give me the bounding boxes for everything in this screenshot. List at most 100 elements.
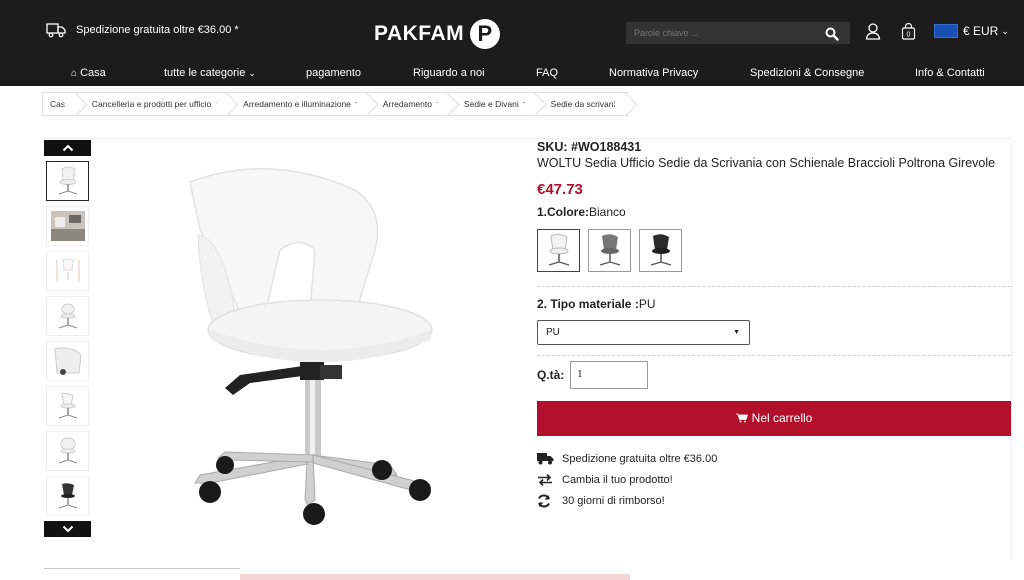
breadcrumb-label: Cancelleria e prodotti per ufficio [91, 99, 212, 109]
breadcrumb-item[interactable]: Arredamento e illuminazione ▼ [229, 92, 369, 116]
material-select-value: PU [546, 326, 560, 338]
quantity-input[interactable] [570, 360, 649, 389]
search-icon[interactable] [825, 27, 839, 41]
caret-down-icon: ▼ [353, 100, 361, 108]
breadcrumb-item[interactable]: Sedie e Divani ▼ [449, 92, 537, 116]
currency-label: € EUR [963, 24, 999, 38]
main-nav: ⌂ Casa tutte le categorie ⌄ pagamento Ri… [0, 60, 1024, 86]
search-input[interactable] [627, 23, 817, 43]
feature-text: Spedizione gratuita oltre €36.00 [562, 452, 718, 465]
shipping-note: Spedizione gratuita oltre €36.00 * [46, 22, 239, 38]
quantity-row: Q.tà: [537, 360, 1011, 389]
chair-thumbnail-image [58, 303, 77, 329]
user-icon[interactable] [865, 22, 881, 40]
color-value: Bianco [589, 204, 626, 219]
divider [537, 285, 1011, 287]
breadcrumb: Casa Cancelleria e prodotti per ufficio ▼… [42, 92, 629, 116]
feature-text: 30 giorni di rimborso! [562, 494, 665, 507]
color-swatches [537, 228, 1011, 272]
chair-thumbnail-image [58, 437, 77, 464]
thumbnail-down-button[interactable] [44, 521, 91, 537]
chair-thumbnail-image [58, 166, 77, 195]
header: Spedizione gratuita oltre €36.00 * PAKFA… [0, 0, 1024, 60]
search-box [626, 22, 850, 44]
eu-flag-icon [934, 24, 958, 38]
thumbnail-chair-side[interactable] [46, 386, 89, 426]
cart-count: 0 [907, 32, 911, 39]
office-chair-image [189, 168, 433, 525]
nav-item-privacy[interactable]: Normativa Privacy [609, 67, 698, 79]
nav-label: tutte le categorie [164, 67, 246, 79]
nav-item-shipping[interactable]: Spedizioni & Consegne [750, 67, 864, 79]
black-chair-swatch-image [650, 234, 671, 266]
thumbnail-chair-white[interactable] [46, 161, 89, 201]
shopping-cart-icon [735, 413, 748, 423]
white-chair-swatch-image [548, 233, 569, 266]
thumbnail-room[interactable] [46, 206, 89, 246]
thumbnail-gallery [44, 140, 92, 537]
nav-item-payment[interactable]: pagamento [306, 67, 361, 79]
nav-item-contact[interactable]: Info & Contatti [915, 67, 985, 79]
swatch-grey[interactable] [588, 228, 631, 272]
breadcrumb-label: Arredamento e illuminazione [243, 99, 351, 109]
home-icon: ⌂ [71, 68, 78, 79]
nav-item-home[interactable]: ⌂ Casa [71, 67, 106, 79]
cart-icon[interactable]: 0 [901, 22, 916, 40]
thumbnail-chair-back[interactable] [46, 431, 89, 471]
breadcrumb-item[interactable]: Casa [42, 92, 78, 116]
thumbnail-chair-black[interactable] [46, 476, 89, 516]
nav-label: Casa [80, 67, 106, 79]
logo[interactable]: PAKFAM P [374, 19, 501, 49]
product-sku: SKU: #WO188431 [537, 140, 642, 154]
caret-down-icon: ▼ [434, 100, 442, 108]
breadcrumb-item[interactable]: Arredamento ▼ [368, 92, 450, 116]
caret-down-icon: ▼ [733, 328, 740, 336]
breadcrumb-label: Casa [50, 99, 70, 109]
swatch-white[interactable] [537, 228, 580, 272]
nav-item-about[interactable]: Riguardo a noi [413, 67, 485, 79]
bag-icon: 0 [901, 22, 916, 40]
quantity-label: Q.tà: [537, 367, 565, 382]
caret-down-icon: ▼ [214, 100, 222, 108]
thumbnail-up-button[interactable] [44, 140, 91, 156]
nav-item-faq[interactable]: FAQ [536, 67, 558, 79]
truck-icon [537, 453, 554, 465]
feature-text: Cambia il tuo prodotto! [562, 473, 673, 486]
logo-circle: P [470, 19, 501, 49]
chair-detail-thumbnail-image [53, 347, 82, 375]
product-title: WOLTU Sedia Ufficio Sedie da Scrivania c… [537, 156, 996, 170]
breadcrumb-label: Arredamento [382, 99, 432, 109]
material-label: 2. Tipo materiale : [537, 296, 639, 311]
refresh-icon [538, 494, 550, 507]
nav-item-categories[interactable]: tutte le categorie ⌄ [164, 67, 256, 79]
chair-thumbnail-image [58, 483, 77, 509]
thumbnail-chair-front[interactable] [46, 296, 89, 336]
room-thumbnail-image [50, 211, 85, 241]
add-to-cart-label: Nel carrello [751, 411, 813, 425]
chevron-up-icon [62, 144, 73, 152]
chevron-down-icon: ⌄ [1001, 25, 1009, 36]
feature-item: 30 giorni di rimborso! [537, 494, 1011, 508]
card-right-border [1011, 140, 1012, 560]
chevron-down-icon [62, 525, 73, 533]
thumbnail-dimensions[interactable] [46, 251, 89, 291]
bottom-strip [240, 574, 630, 580]
chair-thumbnail-image [58, 392, 77, 419]
material-select[interactable]: PU ▼ [537, 319, 750, 345]
add-to-cart-button[interactable]: Nel carrello [537, 400, 1011, 436]
product-details: SKU: #WO188431 WOLTU Sedia Ufficio Sedie… [537, 140, 1011, 508]
divider [537, 354, 1011, 356]
dimensions-thumbnail-image [56, 258, 79, 282]
features-list: Spedizione gratuita oltre €36.00 Cambia … [537, 452, 1011, 508]
exchange-icon [538, 473, 552, 486]
feature-item: Cambia il tuo prodotto! [537, 473, 1011, 487]
breadcrumb-item[interactable]: Sedie da scrivania [536, 92, 629, 116]
currency-selector[interactable]: € EUR ⌄ [934, 24, 1009, 38]
swatch-black[interactable] [639, 228, 682, 272]
breadcrumb-label: Sedie e Divani [463, 99, 519, 109]
feature-item: Spedizione gratuita oltre €36.00 [537, 452, 1011, 466]
thumbnail-chair-detail[interactable] [46, 341, 89, 381]
breadcrumb-item[interactable]: Cancelleria e prodotti per ufficio ▼ [77, 92, 230, 116]
bottom-divider [44, 568, 240, 580]
chevron-down-icon: ⌄ [248, 68, 256, 78]
